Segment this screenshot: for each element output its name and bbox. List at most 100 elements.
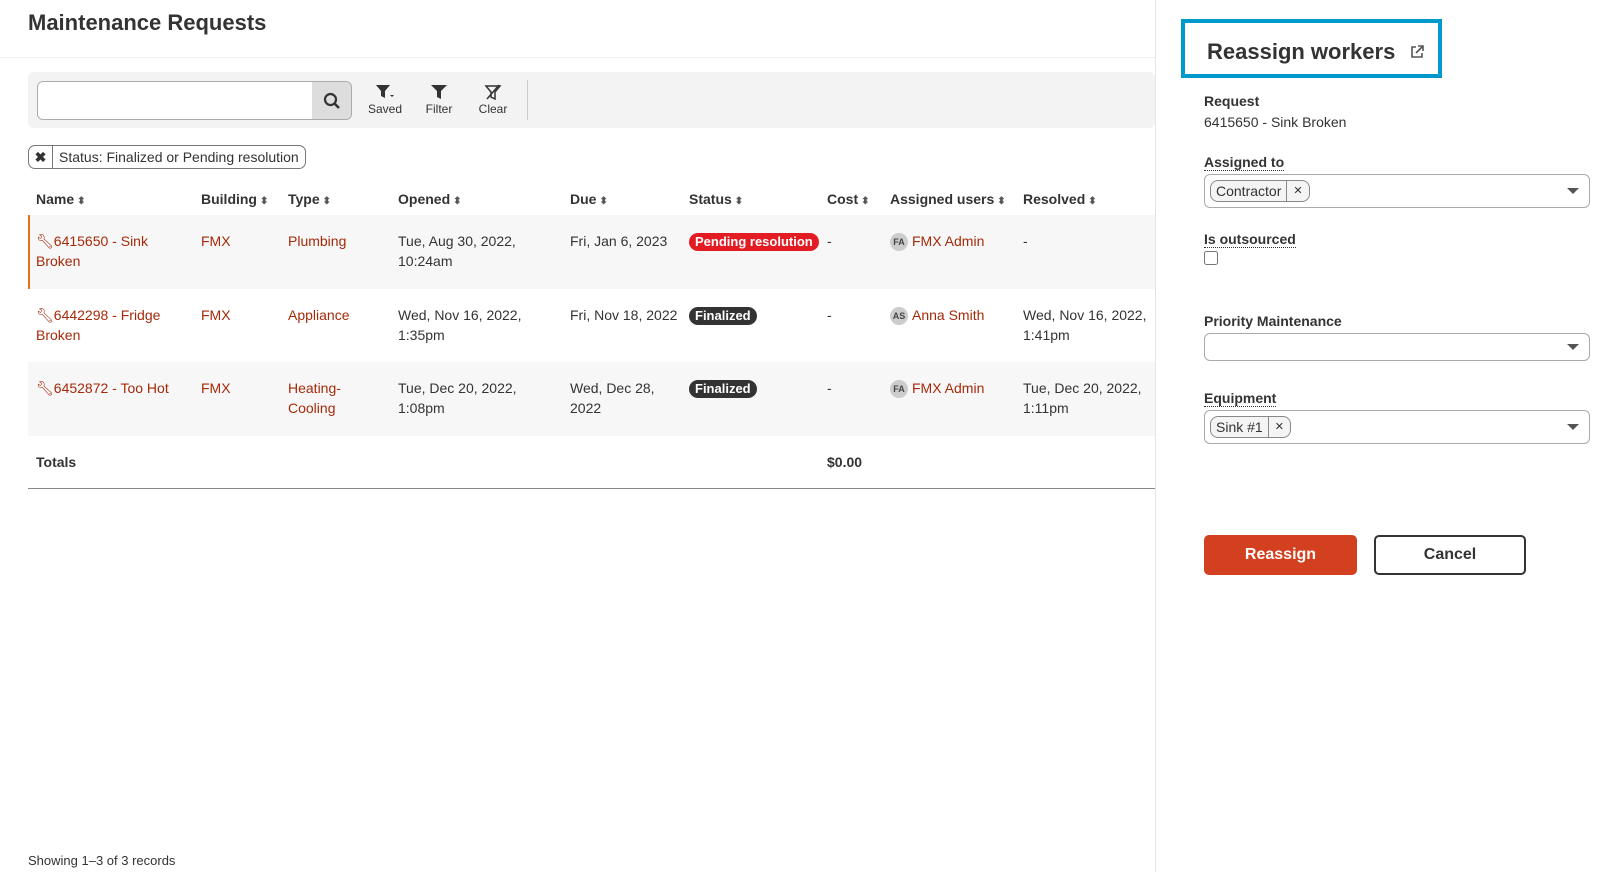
type-link[interactable]: Heating-Cooling — [288, 378, 388, 418]
header-assigned-users[interactable]: Assigned users ⬍ — [890, 191, 1006, 207]
building-name[interactable]: FMX — [201, 307, 231, 323]
header-label: Assigned users — [890, 191, 995, 207]
type-name[interactable]: Heating-Cooling — [288, 380, 341, 416]
sort-icon: ⬍ — [997, 196, 1006, 207]
header-due[interactable]: Due ⬍ — [570, 191, 608, 207]
saved-filter-icon — [376, 85, 394, 98]
type-link[interactable]: Plumbing — [288, 231, 388, 251]
filter-icon — [431, 85, 447, 99]
panel-divider — [1155, 0, 1156, 872]
status-badge: Pending resolution — [689, 231, 824, 251]
header-label: Name — [36, 191, 75, 207]
header-label: Opened — [398, 191, 451, 207]
external-link-icon[interactable] — [1409, 44, 1425, 60]
type-link[interactable]: Appliance — [288, 305, 388, 325]
opened-text: Tue, Dec 20, 2022, 1:08pm — [398, 380, 517, 416]
user-link[interactable]: Anna Smith — [912, 307, 984, 323]
header-resolved[interactable]: Resolved ⬍ — [1023, 191, 1097, 207]
header-label: Cost — [827, 191, 859, 207]
request-name-link[interactable]: 🔧︎6452872 - Too Hot — [36, 378, 191, 398]
toolbar-separator — [527, 80, 528, 120]
wrench-icon: 🔧︎ — [36, 307, 54, 323]
tag-label: Contractor — [1216, 183, 1282, 199]
user-link[interactable]: FMX Admin — [912, 233, 984, 249]
request-name-link[interactable]: 🔧︎6442298 - Fridge Broken — [36, 305, 191, 345]
sort-icon: ⬍ — [260, 196, 269, 207]
priority-select[interactable] — [1204, 333, 1590, 361]
search-input[interactable] — [38, 82, 313, 119]
header-label: Type — [288, 191, 320, 207]
user-link[interactable]: FMX Admin — [912, 380, 984, 396]
type-name[interactable]: Appliance — [288, 307, 350, 323]
divider — [0, 57, 1155, 58]
header-label: Status — [689, 191, 732, 207]
resolved-date: - — [1023, 231, 1153, 251]
chevron-down-icon — [1567, 424, 1579, 430]
search-button[interactable] — [312, 82, 351, 119]
equipment-label: Equipment — [1204, 390, 1277, 407]
totals-cost: $0.00 — [827, 454, 863, 470]
search-icon — [323, 92, 340, 109]
table-row[interactable] — [28, 215, 1155, 289]
panel-title-text: Reassign workers — [1207, 39, 1396, 64]
header-name[interactable]: Name ⬍ — [36, 191, 86, 207]
avatar: AS — [890, 307, 908, 326]
sort-icon: ⬍ — [322, 196, 332, 207]
opened-date: Tue, Dec 20, 2022, 1:08pm — [398, 378, 558, 418]
totals-divider — [28, 488, 1155, 489]
avatar: FA — [890, 380, 908, 399]
header-status[interactable]: Status ⬍ — [689, 191, 743, 207]
remove-filter-icon[interactable]: ✖ — [29, 146, 53, 168]
due-date: Fri, Jan 6, 2023 — [570, 231, 680, 251]
clear-button[interactable]: Clear — [468, 84, 518, 116]
opened-text: Wed, Nov 16, 2022, 1:35pm — [398, 307, 522, 343]
header-opened[interactable]: Opened ⬍ — [398, 191, 462, 207]
totals-label: Totals — [36, 454, 77, 470]
sort-icon: ⬍ — [453, 196, 462, 207]
saved-button[interactable]: Saved — [360, 84, 410, 116]
cancel-button[interactable]: Cancel — [1374, 535, 1526, 575]
assigned-to-select[interactable]: Contractor ✕ — [1204, 174, 1590, 208]
equipment-select[interactable]: Sink #1 ✕ — [1204, 410, 1590, 444]
remove-tag-icon[interactable]: ✕ — [1267, 417, 1290, 437]
header-cost[interactable]: Cost ⬍ — [827, 191, 870, 207]
assigned-user[interactable]: AS Anna Smith — [890, 305, 1020, 326]
building-name[interactable]: FMX — [201, 233, 231, 249]
building-name[interactable]: FMX — [201, 380, 231, 396]
assigned-user[interactable]: FA FMX Admin — [890, 231, 1020, 252]
wrench-icon: 🔧︎ — [36, 233, 54, 249]
cost-text: - — [827, 307, 832, 323]
equipment-tag: Sink #1 ✕ — [1210, 416, 1291, 438]
building-link[interactable]: FMX — [201, 231, 281, 251]
header-type[interactable]: Type ⬍ — [288, 191, 331, 207]
request-name-link[interactable]: 🔧︎6415650 - Sink Broken — [36, 231, 191, 271]
building-link[interactable]: FMX — [201, 305, 281, 325]
saved-label: Saved — [367, 102, 403, 116]
resolved-text: Tue, Dec 20, 2022, 1:11pm — [1023, 380, 1142, 416]
assigned-user[interactable]: FA FMX Admin — [890, 378, 1020, 399]
remove-tag-icon[interactable]: ✕ — [1286, 181, 1308, 201]
cost-value: - — [827, 231, 867, 251]
resolved-date: Wed, Nov 16, 2022, 1:41pm — [1023, 305, 1153, 345]
request-value: 6415650 - Sink Broken — [1204, 114, 1347, 130]
header-building[interactable]: Building ⬍ — [201, 191, 268, 207]
request-name[interactable]: 6452872 - Too Hot — [54, 380, 169, 396]
priority-label: Priority Maintenance — [1204, 313, 1342, 329]
due-text: Fri, Nov 18, 2022 — [570, 307, 678, 323]
due-text: Wed, Dec 28, 2022 — [570, 380, 655, 416]
table-row[interactable] — [28, 289, 1155, 362]
clear-filter-icon — [484, 84, 502, 100]
status-text: Finalized — [689, 380, 757, 398]
filter-button[interactable]: Filter — [414, 84, 464, 116]
resolved-text: - — [1023, 233, 1028, 249]
type-name[interactable]: Plumbing — [288, 233, 346, 249]
sort-icon: ⬍ — [861, 196, 870, 207]
request-name[interactable]: 6442298 - Fridge Broken — [36, 307, 160, 343]
is-outsourced-checkbox[interactable] — [1204, 251, 1218, 265]
assigned-to-label: Assigned to — [1204, 154, 1285, 171]
search-box — [37, 81, 352, 120]
header-label: Building — [201, 191, 257, 207]
panel-title: Reassign workers — [1181, 19, 1442, 78]
reassign-button[interactable]: Reassign — [1204, 535, 1357, 575]
building-link[interactable]: FMX — [201, 378, 281, 398]
